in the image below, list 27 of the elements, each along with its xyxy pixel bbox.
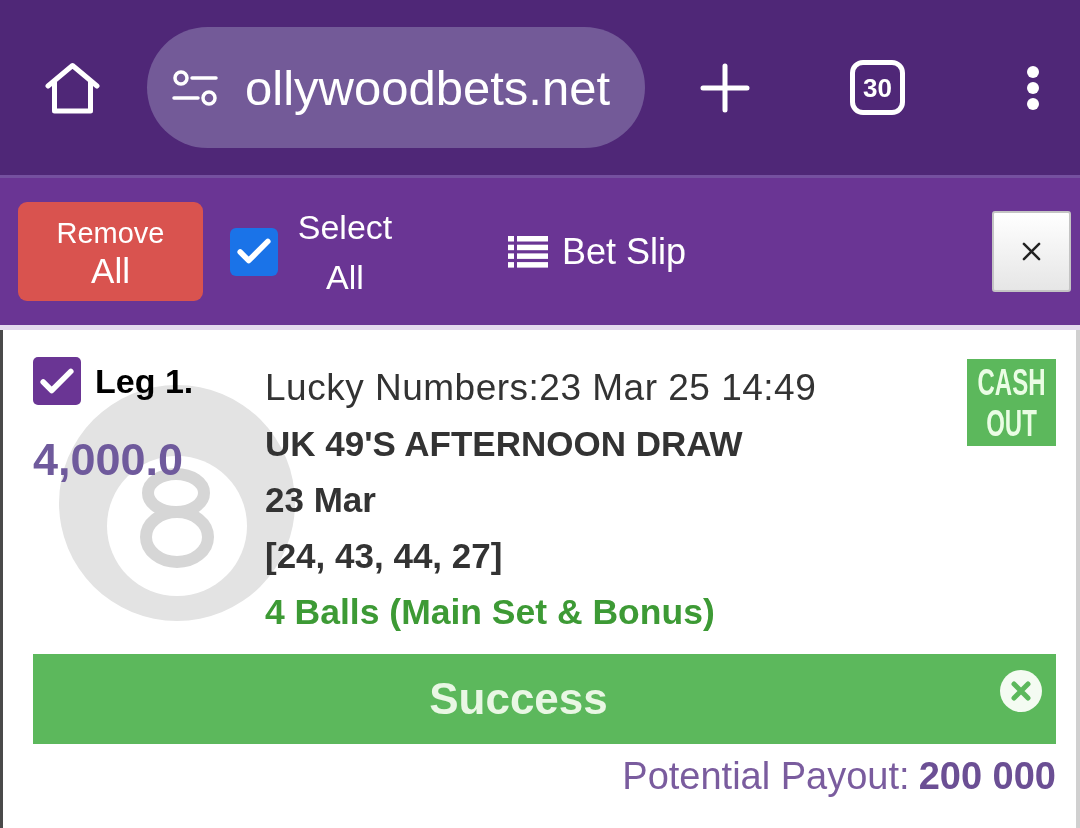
stake-amount: 4,000.0 [33,434,184,486]
leg-label: Leg 1. [95,361,194,402]
checkmark-icon [40,367,74,395]
payout-value: 200 000 [918,754,1056,799]
status-message: Success [429,673,608,725]
market-text: Lucky Numbers:23 Mar 25 14:49 [265,366,817,410]
url-text: ollywoodbets.net [245,59,610,116]
close-icon [1022,242,1041,261]
leg-checkbox[interactable] [33,357,81,405]
select-all-label[interactable]: Select All [295,201,395,302]
address-bar[interactable]: ollywoodbets.net [147,27,645,148]
event-date: 23 Mar [265,479,376,521]
bet-slip-title: Bet Slip [562,229,687,274]
payout-label: Potential Payout: [622,754,910,799]
remove-all-button[interactable]: Remove All [18,202,203,301]
tab-count-button[interactable]: 30 [850,60,905,115]
checkmark-icon [237,238,271,265]
select-all-checkbox[interactable] [230,227,278,276]
tune-icon[interactable] [172,69,218,106]
picked-numbers: [24, 43, 44, 27] [265,535,503,577]
menu-icon[interactable] [1026,65,1040,110]
bet-type-text: 4 Balls (Main Set & Bonus) [265,591,715,634]
plus-icon[interactable] [700,62,750,113]
cash-out-badge: CASH OUT [967,359,1056,446]
list-icon [508,235,548,268]
event-title: UK 49'S AFTERNOON DRAW [265,423,743,465]
home-icon[interactable] [45,61,100,114]
